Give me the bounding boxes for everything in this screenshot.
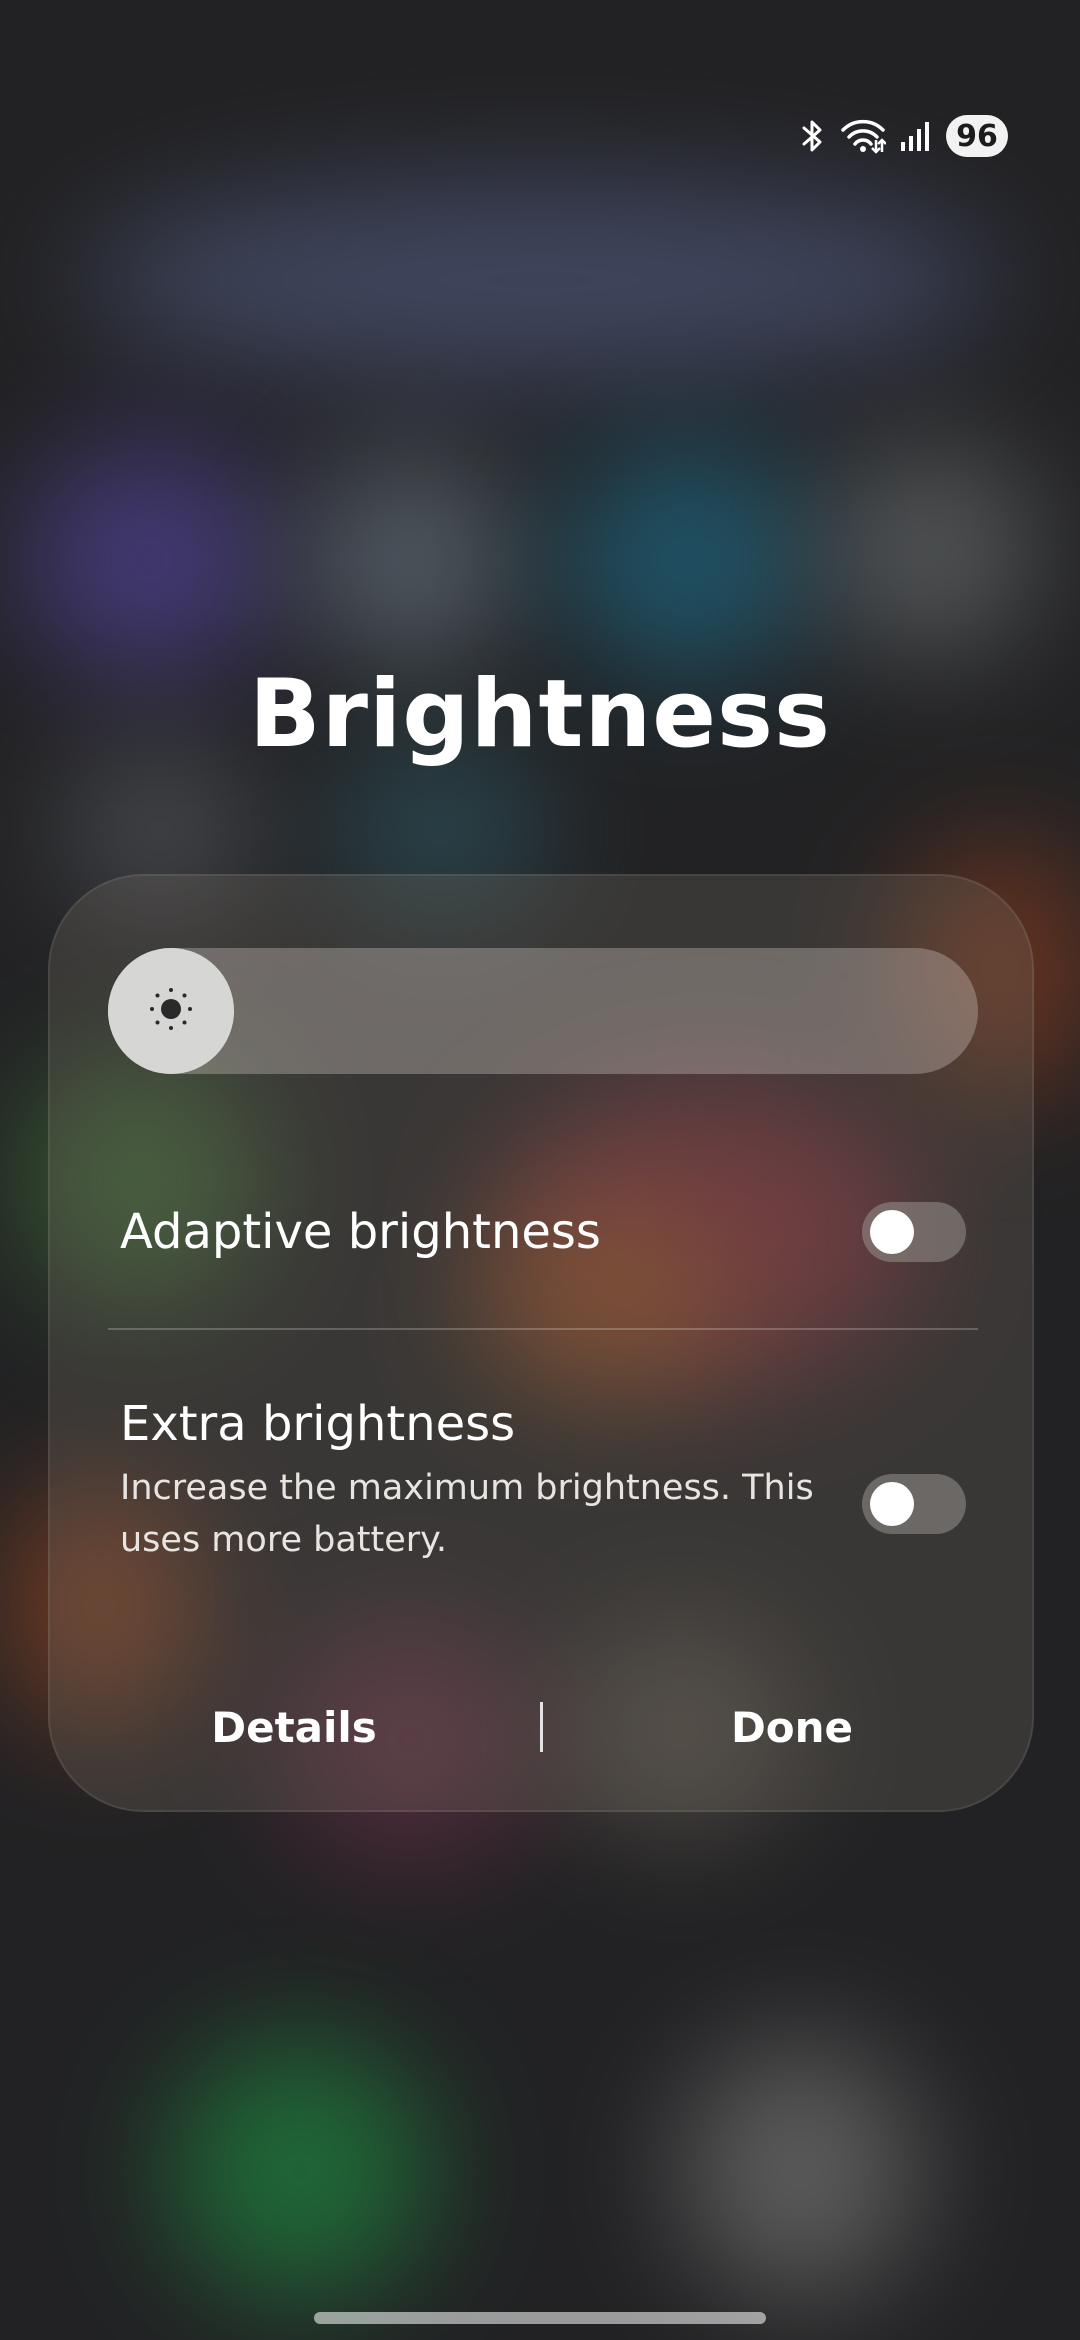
- adaptive-brightness-label: Adaptive brightness: [120, 1204, 601, 1260]
- brightness-screen: 96 Brightness Adaptive brightness Extra …: [0, 0, 1080, 2340]
- toggle-knob: [870, 1210, 914, 1254]
- sun-icon: [146, 984, 196, 1038]
- adaptive-brightness-row[interactable]: Adaptive brightness: [120, 1192, 966, 1272]
- page-title: Brightness: [249, 660, 831, 769]
- bluetooth-icon: [800, 118, 826, 154]
- battery-level-badge: 96: [946, 115, 1008, 157]
- brightness-slider[interactable]: [108, 948, 978, 1074]
- extra-brightness-toggle[interactable]: [862, 1474, 966, 1534]
- extra-brightness-label: Extra brightness: [120, 1396, 516, 1452]
- extra-brightness-description: Increase the maximum brightness. This us…: [120, 1468, 814, 1560]
- extra-brightness-row[interactable]: Extra brightness Increase the maximum br…: [120, 1396, 966, 1596]
- details-button[interactable]: Details: [144, 1698, 444, 1758]
- wifi-icon: [840, 118, 886, 154]
- status-bar: 96: [800, 112, 1008, 160]
- adaptive-brightness-toggle[interactable]: [862, 1202, 966, 1262]
- divider: [108, 1328, 978, 1330]
- brightness-panel: Adaptive brightness Extra brightness Inc…: [48, 874, 1034, 1812]
- done-button[interactable]: Done: [642, 1698, 942, 1758]
- cellular-signal-icon: [900, 120, 932, 152]
- home-indicator[interactable]: [314, 2312, 766, 2324]
- toggle-knob: [870, 1482, 914, 1526]
- footer-separator: [540, 1702, 543, 1752]
- slider-thumb[interactable]: [108, 948, 234, 1074]
